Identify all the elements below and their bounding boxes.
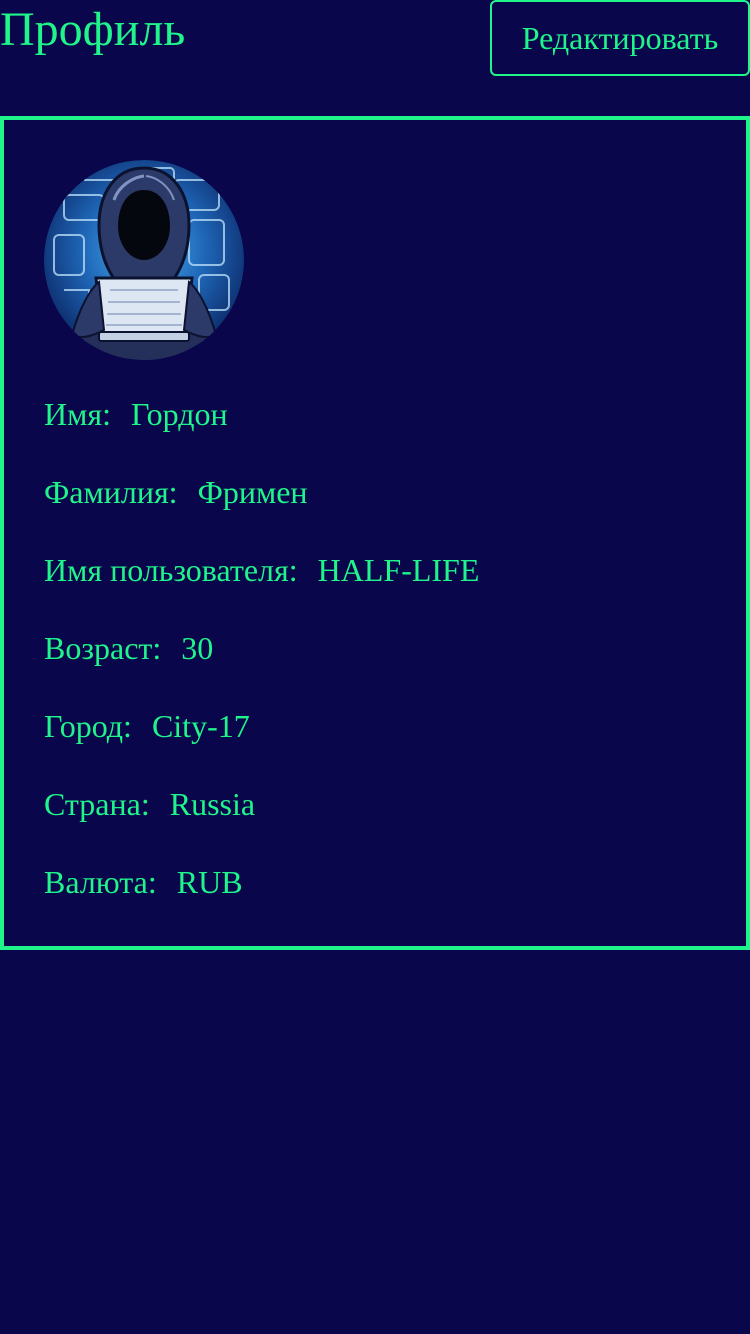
- edit-button[interactable]: Редактировать: [490, 0, 750, 76]
- currency-value: RUB: [176, 864, 243, 900]
- age-row: Возраст: 30: [44, 628, 213, 668]
- country-value: Russia: [169, 786, 256, 822]
- hooded-hacker-avatar-icon: [44, 160, 244, 360]
- username-label: Имя пользователя:: [44, 552, 298, 588]
- last-name-row: Фамилия: Фримен: [44, 472, 308, 512]
- age-value: 30: [181, 630, 214, 666]
- username-value: HALF-LIFE: [317, 552, 480, 588]
- first-name-row: Имя: Гордон: [44, 394, 228, 434]
- page-title: Профиль: [0, 3, 186, 56]
- last-name-value: Фримен: [197, 474, 308, 510]
- avatar: [44, 160, 244, 360]
- country-row: Страна: Russia: [44, 784, 255, 824]
- currency-label: Валюта:: [44, 864, 157, 900]
- city-row: Город: City-17: [44, 706, 250, 746]
- profile-card: Имя: Гордон Фамилия: Фримен Имя пользовате…: [0, 116, 750, 950]
- city-value: City-17: [151, 708, 250, 744]
- first-name-label: Имя:: [44, 396, 111, 432]
- last-name-label: Фамилия:: [44, 474, 178, 510]
- age-label: Возраст:: [44, 630, 162, 666]
- username-row: Имя пользователя: HALF-LIFE: [44, 550, 479, 590]
- country-label: Страна:: [44, 786, 150, 822]
- first-name-value: Гордон: [130, 396, 228, 432]
- city-label: Город:: [44, 708, 132, 744]
- currency-row: Валюта: RUB: [44, 862, 243, 902]
